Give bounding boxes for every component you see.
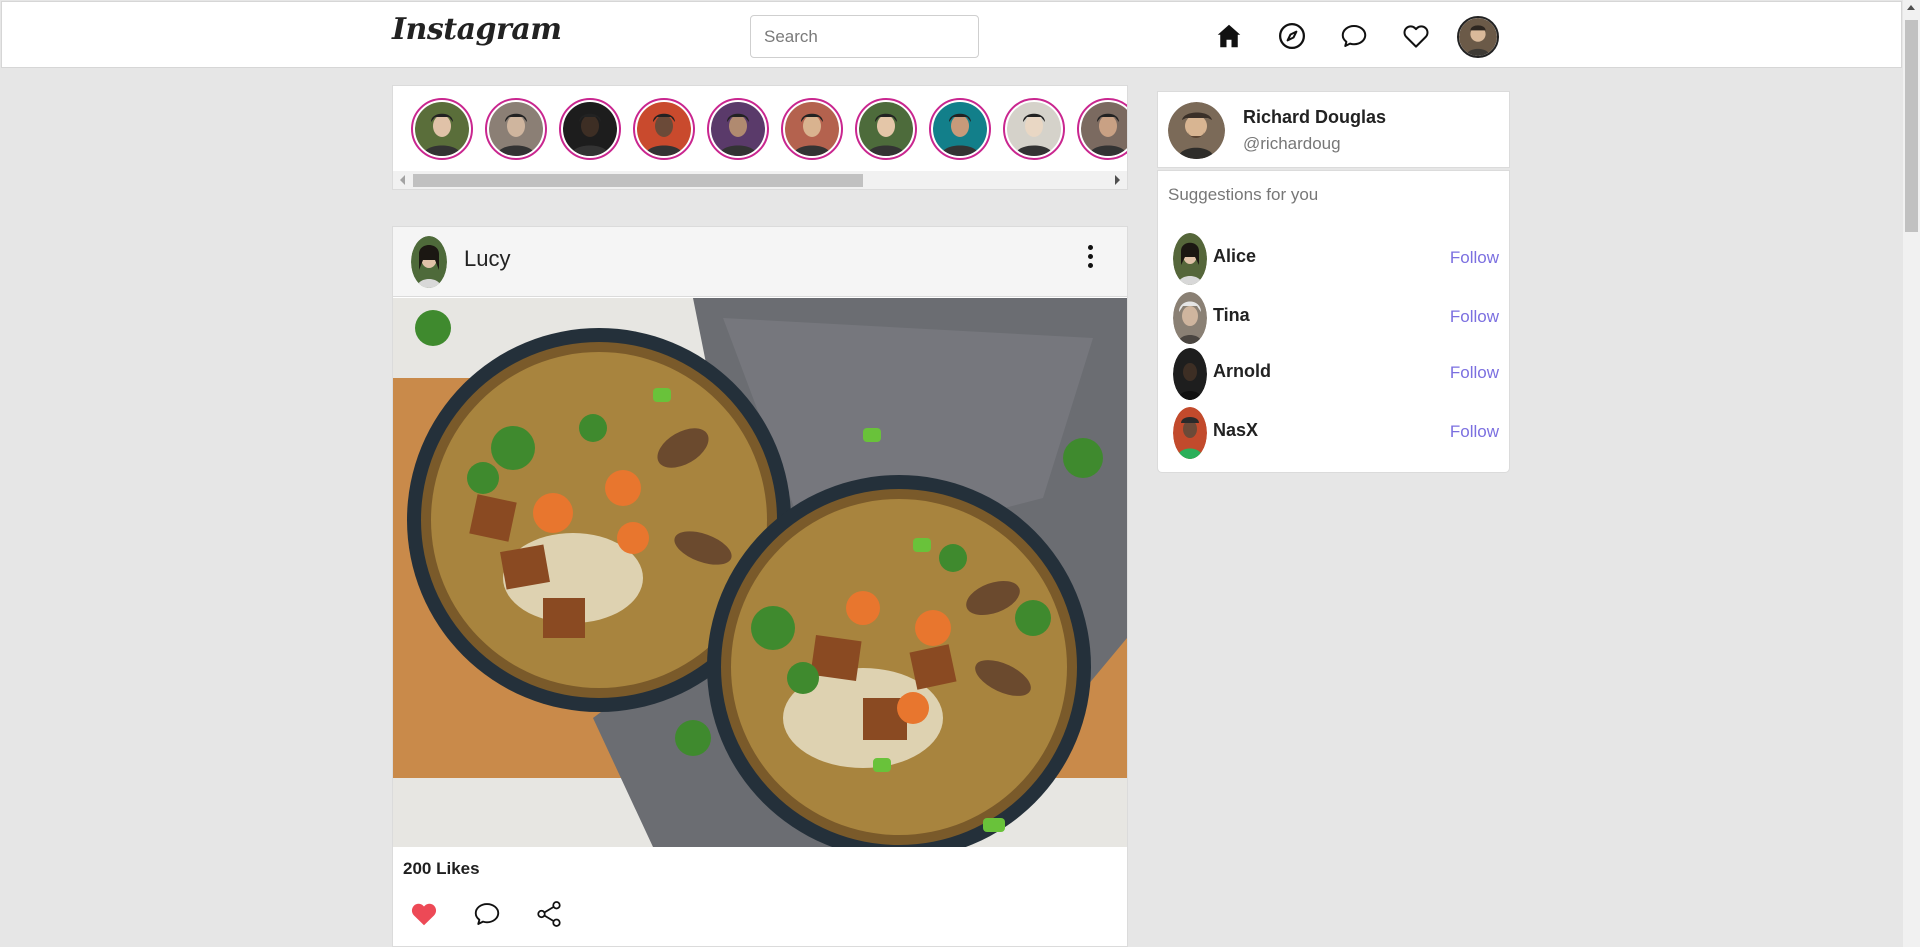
suggestion-name[interactable]: NasX xyxy=(1213,420,1258,441)
like-heart-icon[interactable] xyxy=(407,897,441,931)
story-avatar[interactable] xyxy=(633,98,695,160)
comment-icon[interactable] xyxy=(470,897,504,931)
suggestion-name[interactable]: Tina xyxy=(1213,305,1250,326)
story-avatar[interactable] xyxy=(707,98,769,160)
scrollbar-thumb[interactable] xyxy=(1905,20,1918,232)
horizontal-scrollbar[interactable] xyxy=(393,171,1127,189)
story-avatar[interactable] xyxy=(781,98,843,160)
suggestion-item: Arnold Follow xyxy=(1173,348,1499,400)
suggestion-avatar[interactable] xyxy=(1173,348,1207,400)
share-icon[interactable] xyxy=(532,897,566,931)
story-avatar[interactable] xyxy=(855,98,917,160)
post-username[interactable]: Lucy xyxy=(464,246,510,272)
suggestions-panel: Suggestions for you Alice Follow Tina Fo… xyxy=(1157,170,1510,473)
scroll-up-icon[interactable] xyxy=(1907,5,1915,10)
suggestion-item: Tina Follow xyxy=(1173,292,1499,344)
page-scrollbar[interactable] xyxy=(1903,0,1920,947)
current-user-name[interactable]: Richard Douglas xyxy=(1243,107,1386,128)
post-card: Lucy 200 Likes xyxy=(392,226,1128,947)
suggestion-item: NasX Follow xyxy=(1173,407,1499,459)
home-icon[interactable] xyxy=(1213,20,1245,52)
suggestion-avatar[interactable] xyxy=(1173,407,1207,459)
suggestion-avatar[interactable] xyxy=(1173,233,1207,285)
follow-button[interactable]: Follow xyxy=(1450,422,1499,442)
suggestions-title: Suggestions for you xyxy=(1168,185,1319,204)
messages-icon[interactable] xyxy=(1338,20,1370,52)
follow-button[interactable]: Follow xyxy=(1450,363,1499,383)
heart-icon[interactable] xyxy=(1400,20,1432,52)
stories-bar xyxy=(392,85,1128,190)
stories-row xyxy=(411,98,1127,160)
suggestion-name[interactable]: Alice xyxy=(1213,246,1256,267)
story-avatar[interactable] xyxy=(929,98,991,160)
story-avatar[interactable] xyxy=(485,98,547,160)
compass-icon[interactable] xyxy=(1276,20,1308,52)
post-header: Lucy xyxy=(393,227,1127,297)
story-avatar[interactable] xyxy=(559,98,621,160)
suggestion-name[interactable]: Arnold xyxy=(1213,361,1271,382)
current-user-handle: @richardoug xyxy=(1243,134,1341,153)
scrollbar-thumb[interactable] xyxy=(413,174,863,187)
suggestion-item: Alice Follow xyxy=(1173,233,1499,285)
top-navbar: Instagram xyxy=(1,1,1902,68)
likes-count: 200 Likes xyxy=(403,859,480,878)
post-photo[interactable] xyxy=(393,298,1127,847)
follow-button[interactable]: Follow xyxy=(1450,248,1499,268)
current-user-card: Richard Douglas @richardoug xyxy=(1157,91,1510,168)
suggestion-avatar[interactable] xyxy=(1173,292,1207,344)
profile-avatar[interactable] xyxy=(1457,16,1499,58)
search-input[interactable] xyxy=(750,15,979,58)
story-avatar[interactable] xyxy=(411,98,473,160)
scroll-left-icon[interactable] xyxy=(400,175,405,185)
story-avatar[interactable] xyxy=(1003,98,1065,160)
story-avatar[interactable] xyxy=(1077,98,1127,160)
instagram-logo[interactable]: Instagram xyxy=(392,12,562,47)
more-options-icon[interactable] xyxy=(1086,245,1094,275)
follow-button[interactable]: Follow xyxy=(1450,307,1499,327)
post-author-avatar[interactable] xyxy=(411,236,447,288)
current-user-avatar[interactable] xyxy=(1168,102,1225,159)
scroll-right-icon[interactable] xyxy=(1115,175,1120,185)
